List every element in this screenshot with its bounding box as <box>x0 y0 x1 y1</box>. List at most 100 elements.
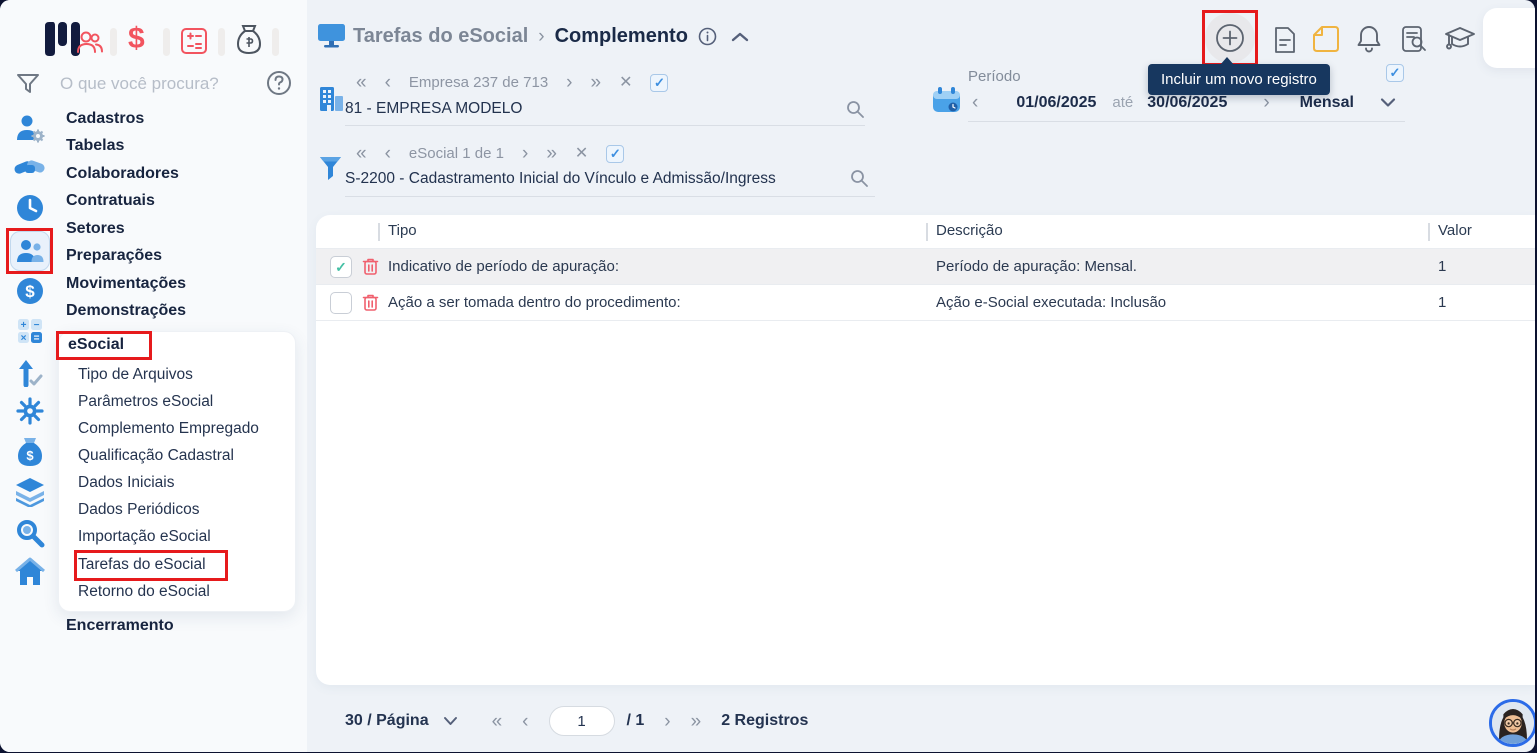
column-header-tipo[interactable]: Tipo <box>388 222 417 239</box>
column-header-descricao[interactable]: Descrição <box>936 222 1003 239</box>
sidebar-item-cadastros[interactable]: Cadastros <box>66 110 144 128</box>
page-size-chevron-down-icon[interactable] <box>443 716 458 726</box>
company-last-icon[interactable]: » <box>591 73 602 92</box>
company-checkbox[interactable]: ✓ <box>650 73 669 92</box>
table-row[interactable]: ✓ Indicativo de período de apuração: Per… <box>316 249 1535 285</box>
search-module-icon[interactable] <box>12 515 48 551</box>
submenu-tipo-de-arquivos[interactable]: Tipo de Arquivos <box>78 366 193 384</box>
cell-tipo: Indicativo de período de apuração: <box>388 258 619 275</box>
filter-next-icon[interactable]: › <box>522 144 528 163</box>
sidebar-item-tabelas[interactable]: Tabelas <box>66 137 124 155</box>
filter-value[interactable]: S-2200 - Cadastramento Inicial do Víncul… <box>345 170 776 188</box>
submenu-tarefas-do-esocial[interactable]: Tarefas do eSocial <box>78 556 206 574</box>
person-settings-icon[interactable] <box>12 110 48 146</box>
collapse-chevron-up-icon[interactable] <box>731 31 749 43</box>
sidebar-item-esocial[interactable]: eSocial <box>68 336 124 354</box>
sidebar-item-setores[interactable]: Setores <box>66 220 125 238</box>
company-first-icon[interactable]: « <box>356 73 367 92</box>
column-header-valor[interactable]: Valor <box>1438 222 1472 239</box>
cell-descricao: Ação e-Social executada: Inclusão <box>936 294 1167 311</box>
period-mode[interactable]: Mensal <box>1300 94 1354 112</box>
period-end-date[interactable]: 30/06/2025 <box>1147 94 1227 112</box>
company-next-icon[interactable]: › <box>566 73 572 92</box>
period-checkbox[interactable]: ✓ <box>1386 64 1404 82</box>
company-clear-icon[interactable]: ✕ <box>619 74 632 91</box>
delete-row-icon[interactable] <box>362 257 379 276</box>
filter-last-icon[interactable]: » <box>546 144 557 163</box>
table-row[interactable]: Ação a ser tomada dentro do procedimento… <box>316 285 1535 321</box>
cell-valor: 1 <box>1438 294 1447 311</box>
filter-checkbox[interactable]: ✓ <box>606 144 625 163</box>
page-prev-icon[interactable]: ‹ <box>522 712 528 731</box>
divider <box>272 28 279 56</box>
add-record-button[interactable] <box>1205 13 1255 63</box>
calculator-blue-icon[interactable]: + − × = <box>12 313 48 349</box>
people-module-icon[interactable] <box>74 26 106 58</box>
period-next-icon[interactable]: › <box>1263 93 1269 112</box>
bell-icon[interactable] <box>1356 24 1382 53</box>
submenu-retorno-do-esocial[interactable]: Retorno do eSocial <box>78 583 210 601</box>
filter-prev-icon[interactable]: ‹ <box>385 144 391 163</box>
graduation-cap-icon[interactable] <box>1444 25 1476 53</box>
filter-underline <box>345 196 875 197</box>
submenu-qualificacao-cadastral[interactable]: Qualificação Cadastral <box>78 447 234 465</box>
layers-icon[interactable] <box>12 474 48 510</box>
filter-first-icon[interactable]: « <box>356 144 367 163</box>
row-checkbox[interactable]: ✓ <box>330 256 352 278</box>
assistant-avatar[interactable] <box>1489 699 1535 747</box>
info-icon[interactable] <box>698 27 717 46</box>
page-first-icon[interactable]: « <box>492 712 503 731</box>
period-mode-chevron-down-icon[interactable] <box>1380 97 1396 108</box>
column-divider <box>1428 223 1430 241</box>
filter-clear-icon[interactable]: ✕ <box>575 145 588 162</box>
delete-row-icon[interactable] <box>362 293 379 312</box>
sidebar-item-demonstracoes[interactable]: Demonstrações <box>66 302 186 320</box>
user-menu-card[interactable] <box>1483 8 1535 68</box>
submenu-complemento-empregado[interactable]: Complemento Empregado <box>78 420 259 438</box>
filter-funnel-icon[interactable] <box>16 72 40 96</box>
document-search-icon[interactable] <box>1401 25 1428 53</box>
records-table: Tipo Descrição Valor ✓ Indicativo de per… <box>316 215 1535 685</box>
period-underline <box>968 121 1405 122</box>
help-icon[interactable] <box>266 70 292 96</box>
clock-icon[interactable] <box>12 190 48 226</box>
row-checkbox[interactable] <box>330 292 352 314</box>
company-value[interactable]: 81 - EMPRESA MODELO <box>345 100 522 118</box>
dollar-module-icon[interactable]: $ <box>128 22 145 56</box>
gear-icon[interactable] <box>12 393 48 429</box>
tooltip-text: Incluir um novo registro <box>1161 71 1317 88</box>
period-until-label: até <box>1112 94 1134 111</box>
breadcrumb-parent[interactable]: Tarefas do eSocial <box>353 25 528 48</box>
company-search-icon[interactable] <box>846 100 864 118</box>
company-prev-icon[interactable]: ‹ <box>385 73 391 92</box>
sidebar-item-movimentacoes[interactable]: Movimentações <box>66 275 186 293</box>
submenu-dados-iniciais[interactable]: Dados Iniciais <box>78 474 175 492</box>
sidebar-item-encerramento[interactable]: Encerramento <box>66 617 174 635</box>
moneybag-module-icon[interactable] <box>234 24 264 56</box>
document-icon[interactable] <box>1272 26 1298 54</box>
handshake-icon[interactable] <box>12 150 48 186</box>
note-icon[interactable] <box>1312 25 1340 53</box>
page-size-select[interactable]: 30 / Página <box>345 712 429 730</box>
collaborators-people-icon[interactable] <box>10 231 50 271</box>
sidebar-item-preparacoes[interactable]: Preparações <box>66 247 162 265</box>
submenu-importacao-esocial[interactable]: Importação eSocial <box>78 528 211 546</box>
period-prev-icon[interactable]: ‹ <box>972 93 978 112</box>
search-input[interactable] <box>58 70 254 98</box>
calculator-module-icon[interactable] <box>180 27 208 55</box>
calendar-icon <box>933 87 960 113</box>
page-last-icon[interactable]: » <box>691 712 702 731</box>
moneybag-blue-icon[interactable]: $ <box>12 434 48 470</box>
submenu-parametros-esocial[interactable]: Parâmetros eSocial <box>78 393 213 411</box>
growth-arrow-icon[interactable] <box>12 354 48 390</box>
sidebar-item-contratuais[interactable]: Contratuais <box>66 192 155 210</box>
dollar-circle-icon[interactable]: $ <box>12 273 48 309</box>
page-next-icon[interactable]: › <box>664 712 670 731</box>
period-start-date[interactable]: 01/06/2025 <box>1016 94 1096 112</box>
submenu-dados-periodicos[interactable]: Dados Periódicos <box>78 501 199 519</box>
sidebar-item-colaboradores[interactable]: Colaboradores <box>66 165 179 183</box>
monitor-icon <box>318 24 345 49</box>
page-number-input[interactable] <box>548 706 615 736</box>
home-icon[interactable] <box>12 554 48 590</box>
filter-search-icon[interactable] <box>850 169 868 187</box>
